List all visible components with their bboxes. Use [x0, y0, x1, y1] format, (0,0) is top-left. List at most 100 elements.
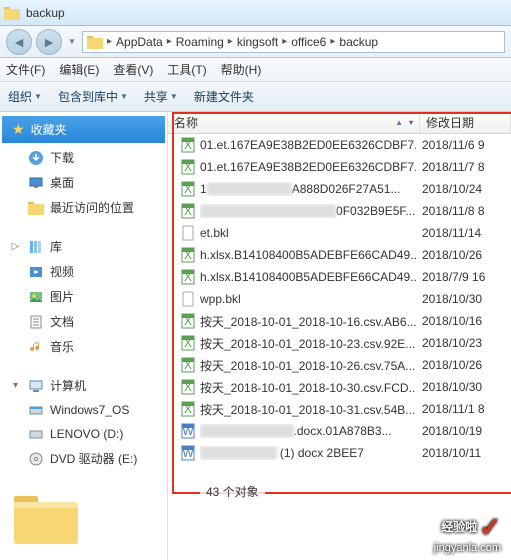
nav-back-button[interactable]: ◄	[6, 29, 32, 55]
watermark-url: jingyanla.com	[434, 542, 501, 554]
svg-text:X: X	[184, 336, 192, 350]
expand-icon[interactable]: ▷	[10, 241, 21, 252]
menu-edit[interactable]: 编辑(E)	[59, 61, 99, 78]
file-row[interactable]: X01.et.167EA9E38B2ED0EE6326CDBF7...2018/…	[168, 134, 511, 156]
sidebar-documents[interactable]: 文档	[0, 309, 167, 334]
toolbar-include[interactable]: 包含到库中▼	[58, 88, 128, 105]
file-date: 2018/7/9 16	[416, 270, 485, 284]
file-name: ████████████████0F032B9E5F...	[200, 204, 416, 218]
sidebar-recent[interactable]: 最近访问的位置	[0, 195, 167, 220]
file-row[interactable]: W███████████.docx.01A878B3...2018/10/19	[168, 420, 511, 442]
file-date: 2018/11/7 8	[416, 160, 485, 174]
file-name: 按天_2018-10-01_2018-10-26.csv.75A...	[200, 357, 416, 374]
chevron-down-icon: ▼	[34, 92, 42, 101]
svg-text:X: X	[184, 138, 192, 152]
sidebar-favorites-header[interactable]: ★ 收藏夹	[2, 116, 165, 143]
sidebar-downloads[interactable]: 下载	[0, 145, 167, 170]
sidebar-libraries[interactable]: ▷ 库	[0, 234, 167, 259]
file-row[interactable]: X按天_2018-10-01_2018-10-16.csv.AB6...2018…	[168, 310, 511, 332]
menu-file[interactable]: 文件(F)	[6, 61, 45, 78]
sidebar-desktop[interactable]: 桌面	[0, 170, 167, 195]
nav-forward-button[interactable]: ►	[36, 29, 62, 55]
folder-icon	[87, 35, 103, 49]
breadcrumb-part[interactable]: kingsoft	[235, 35, 280, 49]
sidebar-drive-e[interactable]: DVD 驱动器 (E:)	[0, 446, 167, 471]
folder-icon	[4, 6, 20, 20]
file-date: 2018/10/11	[416, 446, 481, 460]
computer-icon	[28, 378, 44, 394]
file-name: 按天_2018-10-01_2018-10-30.csv.FCD...	[200, 379, 416, 396]
svg-text:X: X	[184, 248, 192, 262]
toolbar-share[interactable]: 共享▼	[144, 88, 178, 105]
status-object-count: 43 个对象	[200, 481, 265, 502]
sidebar-item-label: 文档	[50, 313, 74, 330]
sidebar-music[interactable]: 音乐	[0, 334, 167, 359]
file-row[interactable]: X████████████████0F032B9E5F...2018/11/8 …	[168, 200, 511, 222]
column-date[interactable]: 修改日期	[420, 112, 511, 133]
sidebar-pictures[interactable]: 图片	[0, 284, 167, 309]
sidebar-item-label: 库	[50, 238, 62, 255]
file-row[interactable]: wpp.bkl2018/10/30	[168, 288, 511, 310]
toolbar: 组织▼ 包含到库中▼ 共享▼ 新建文件夹	[0, 82, 511, 112]
file-row[interactable]: X1██████████A888D026F27A51...2018/10/24	[168, 178, 511, 200]
sidebar-computer[interactable]: ▾ 计算机	[0, 373, 167, 398]
chevron-right-icon[interactable]: ▸	[280, 36, 289, 47]
file-row[interactable]: X按天_2018-10-01_2018-10-23.csv.92E...2018…	[168, 332, 511, 354]
file-row[interactable]: X按天_2018-10-01_2018-10-26.csv.75A...2018…	[168, 354, 511, 376]
chevron-right-icon[interactable]: ▸	[328, 36, 337, 47]
dropdown-icon[interactable]: ▾	[409, 118, 413, 127]
download-icon	[28, 150, 44, 166]
chevron-down-icon: ▼	[170, 92, 178, 101]
check-icon: ✓	[479, 513, 501, 542]
sidebar-item-label: 视频	[50, 263, 74, 280]
nav-history-dropdown[interactable]: ▼	[66, 37, 78, 46]
breadcrumb-part[interactable]: backup	[337, 35, 380, 49]
sidebar-videos[interactable]: 视频	[0, 259, 167, 284]
video-icon	[28, 264, 44, 280]
svg-text:X: X	[184, 204, 192, 218]
file-row[interactable]: Xh.xlsx.B14108400B5ADEBFE66CAD49...2018/…	[168, 244, 511, 266]
column-name[interactable]: 名称 ▲ ▾	[168, 112, 420, 133]
music-icon	[28, 339, 44, 355]
file-date: 2018/11/6 9	[416, 138, 485, 152]
sidebar-item-label: 音乐	[50, 338, 74, 355]
folder-large-icon	[12, 492, 80, 546]
file-date: 2018/10/16	[416, 314, 482, 328]
file-name: wpp.bkl	[200, 292, 416, 306]
svg-text:X: X	[184, 358, 192, 372]
file-date: 2018/10/26	[416, 248, 482, 262]
file-row[interactable]: X按天_2018-10-01_2018-10-31.csv.54B...2018…	[168, 398, 511, 420]
file-row[interactable]: X01.et.167EA9E38B2ED0EE6326CDBF7...2018/…	[168, 156, 511, 178]
library-icon	[28, 239, 44, 255]
breadcrumb[interactable]: ▸ AppData ▸ Roaming ▸ kingsoft ▸ office6…	[82, 31, 505, 53]
watermark-brand: 经验啦	[441, 521, 477, 534]
breadcrumb-part[interactable]: Roaming	[174, 35, 226, 49]
file-name: h.xlsx.B14108400B5ADEBFE66CAD49...	[200, 248, 416, 262]
menu-tools[interactable]: 工具(T)	[167, 61, 206, 78]
sidebar-item-label: 图片	[50, 288, 74, 305]
svg-text:X: X	[184, 160, 192, 174]
sidebar-item-label: 计算机	[50, 377, 86, 394]
chevron-right-icon[interactable]: ▸	[105, 36, 114, 47]
menubar: 文件(F) 编辑(E) 查看(V) 工具(T) 帮助(H)	[0, 58, 511, 82]
collapse-icon[interactable]: ▾	[10, 380, 21, 391]
toolbar-newfolder[interactable]: 新建文件夹	[194, 88, 254, 105]
menu-help[interactable]: 帮助(H)	[221, 61, 262, 78]
breadcrumb-part[interactable]: AppData	[114, 35, 165, 49]
svg-text:X: X	[184, 270, 192, 284]
menu-view[interactable]: 查看(V)	[113, 61, 153, 78]
file-name: 按天_2018-10-01_2018-10-23.csv.92E...	[200, 335, 416, 352]
chevron-right-icon[interactable]: ▸	[226, 36, 235, 47]
sidebar-drive-d[interactable]: LENOVO (D:)	[0, 422, 167, 446]
sidebar-drive-c[interactable]: Windows7_OS	[0, 398, 167, 422]
file-row[interactable]: X按天_2018-10-01_2018-10-30.csv.FCD...2018…	[168, 376, 511, 398]
chevron-right-icon[interactable]: ▸	[165, 36, 174, 47]
breadcrumb-part[interactable]: office6	[289, 35, 328, 49]
watermark: 经验啦 ✓ jingyanla.com	[434, 513, 501, 554]
toolbar-organize[interactable]: 组织▼	[8, 88, 42, 105]
sidebar-item-label: DVD 驱动器 (E:)	[50, 450, 137, 467]
file-row[interactable]: W█████████ (1) docx 2BEE72018/10/11	[168, 442, 511, 464]
svg-text:W: W	[182, 424, 194, 438]
file-row[interactable]: Xh.xlsx.B14108400B5ADEBFE66CAD49...2018/…	[168, 266, 511, 288]
file-row[interactable]: et.bkl2018/11/14	[168, 222, 511, 244]
